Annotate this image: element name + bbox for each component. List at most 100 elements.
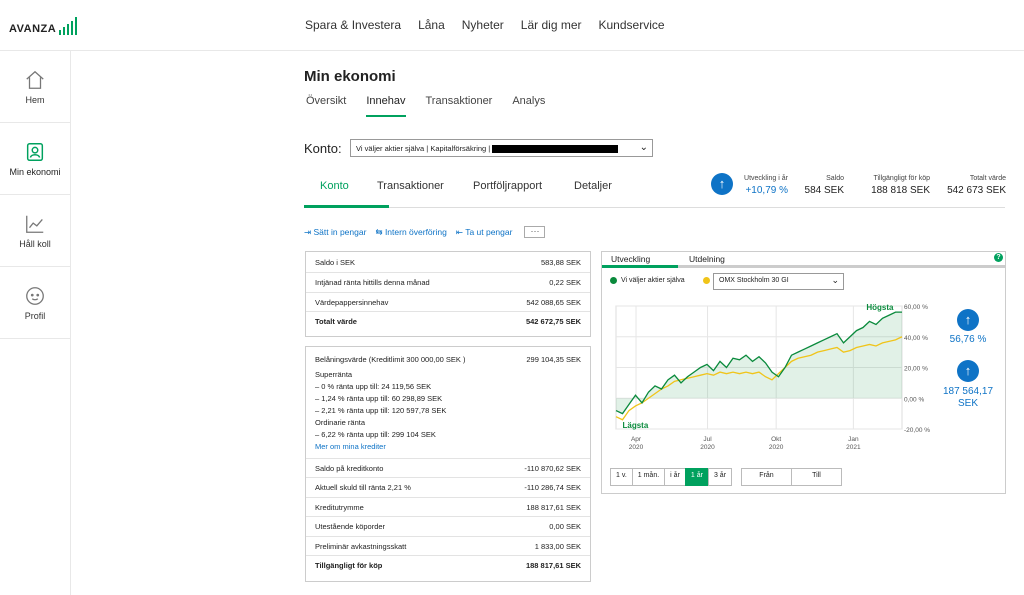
face-icon bbox=[26, 286, 44, 305]
y-tick-label: 20,00 % bbox=[904, 366, 928, 373]
konto-label: Konto: bbox=[304, 141, 342, 156]
index-select[interactable]: OMX Stockholm 30 GI ⌄ bbox=[713, 273, 844, 290]
tab-oversikt[interactable]: Översikt bbox=[306, 95, 346, 117]
credit-panel: Belåningsvärde (Kreditlimit 300 000,00 S… bbox=[305, 346, 591, 582]
period-3ar[interactable]: 3 år bbox=[707, 468, 733, 486]
summary-panel: Saldo i SEK 583,88 SEK Intjänad ränta hit… bbox=[305, 251, 591, 337]
high-label: Högsta bbox=[866, 303, 894, 312]
range-from[interactable]: Från bbox=[741, 468, 792, 486]
stat-saldo: Saldo 584 SEK bbox=[804, 175, 844, 196]
arrow-up-icon: ↑ bbox=[711, 173, 733, 195]
arrow-up-icon: ↑ bbox=[957, 309, 979, 331]
credit-total-row: Tillgängligt för köp 188 817,61 SEK bbox=[306, 555, 590, 575]
chevron-down-icon: ⌄ bbox=[831, 275, 839, 285]
subtab-konto[interactable]: Konto bbox=[320, 180, 349, 192]
logo-bars-icon bbox=[59, 17, 78, 35]
konto-select[interactable]: Vi väljer aktier själva | Kapitalförsäkr… bbox=[350, 139, 653, 157]
period-selector: 1 v. 1 mån. i år 1 år 3 år bbox=[610, 468, 733, 486]
sidebar-item-profil[interactable]: Profil bbox=[0, 267, 70, 339]
low-label: Lägsta bbox=[623, 421, 649, 430]
period-1man[interactable]: 1 mån. bbox=[631, 468, 666, 486]
arrow-in-icon: ⇥ bbox=[304, 226, 312, 237]
subtab-detaljer[interactable]: Detaljer bbox=[574, 180, 612, 192]
period-1ar[interactable]: 1 år bbox=[684, 468, 709, 486]
sidebar-item-min-ekonomi[interactable]: Min ekonomi bbox=[0, 123, 70, 195]
chevron-down-icon: ⌄ bbox=[639, 142, 648, 153]
x-tick-label: Apr bbox=[631, 436, 642, 443]
x-tick-label: Jul bbox=[703, 436, 712, 443]
avanza-logo[interactable]: AVANZA bbox=[9, 15, 78, 35]
transfer-link[interactable]: ⇆ Intern överföring bbox=[375, 227, 446, 238]
active-tab-indicator bbox=[304, 205, 389, 208]
home-icon bbox=[26, 70, 44, 89]
green-dot-icon bbox=[610, 277, 617, 284]
withdraw-link[interactable]: ⇤ Ta ut pengar bbox=[456, 227, 513, 238]
page-tabs: Översikt Innehav Transaktioner Analys bbox=[306, 95, 545, 117]
change-amount: 187 564,17 SEK bbox=[942, 386, 994, 409]
transfer-icon: ⇆ bbox=[375, 226, 383, 237]
subtab-portfoljrapport[interactable]: Portföljrapport bbox=[473, 180, 542, 192]
x-tick-label: 2020 bbox=[700, 444, 715, 451]
summary-row: Saldo i SEK 583,88 SEK bbox=[315, 257, 581, 267]
chart-icon bbox=[26, 215, 44, 233]
redacted-account bbox=[492, 145, 619, 154]
credit-row: Saldo på kreditkonto -110 870,62 SEK bbox=[306, 458, 590, 477]
arrow-up-icon: ↑ bbox=[957, 360, 979, 382]
summary-total-row: Totalt värde 542 672,75 SEK bbox=[306, 311, 590, 331]
y-tick-label: 60,00 % bbox=[904, 304, 928, 311]
range-to[interactable]: Till bbox=[791, 468, 842, 486]
nav-nyheter[interactable]: Nyheter bbox=[462, 18, 504, 32]
credit-row: Utestående köporder 0,00 SEK bbox=[306, 516, 590, 536]
legend-series1: Vi väljer aktier själva bbox=[610, 277, 685, 284]
x-tick-label: 2020 bbox=[629, 444, 644, 451]
stat-utveckling: Utveckling i år +10,79 % bbox=[744, 175, 788, 196]
date-range: Från Till bbox=[741, 468, 842, 486]
nav-kundservice[interactable]: Kundservice bbox=[599, 18, 665, 32]
x-tick-label: Jan bbox=[848, 436, 859, 443]
yellow-dot-icon bbox=[703, 277, 710, 284]
nav-lar-dig-mer[interactable]: Lär dig mer bbox=[521, 18, 582, 32]
top-bar: AVANZA Spara & Investera Låna Nyheter Lä… bbox=[0, 0, 1024, 51]
nav-spara[interactable]: Spara & Investera bbox=[305, 18, 401, 32]
interest-tiers: Superränta – 0 % ränta upp till: 24 119,… bbox=[306, 369, 590, 453]
x-tick-label: Okt bbox=[771, 436, 781, 443]
period-1v[interactable]: 1 v. bbox=[610, 468, 633, 486]
y-tick-label: -20,00 % bbox=[904, 427, 930, 434]
chart-tab-track bbox=[678, 265, 1005, 268]
change-percent: 56,76 % bbox=[949, 334, 987, 345]
sidebar-item-hem[interactable]: Hem bbox=[0, 51, 70, 123]
x-tick-label: 2020 bbox=[769, 444, 784, 451]
credit-row: Preliminär avkastningsskatt 1 833,00 SEK bbox=[306, 536, 590, 555]
account-actions: ⇥ Sätt in pengar ⇆ Intern överföring ⇤ T… bbox=[304, 226, 546, 238]
help-icon[interactable]: ? bbox=[994, 253, 1003, 262]
x-tick-label: 2021 bbox=[846, 444, 861, 451]
belaning-row: Belåningsvärde (Kreditlimit 300 000,00 S… bbox=[315, 354, 581, 364]
y-tick-label: 0,00 % bbox=[904, 396, 924, 403]
credit-row: Aktuell skuld till ränta 2,21 % -110 286,… bbox=[306, 477, 590, 497]
tab-utveckling[interactable]: Utveckling bbox=[611, 254, 650, 264]
stat-totalt: Totalt värde 542 673 SEK bbox=[947, 175, 1006, 196]
credits-link[interactable]: Mer om mina krediter bbox=[315, 441, 581, 453]
tab-innehav[interactable]: Innehav bbox=[366, 95, 406, 117]
arrow-out-icon: ⇤ bbox=[455, 226, 463, 237]
summary-row: Intjänad ränta hittills denna månad 0,22 … bbox=[306, 272, 590, 292]
subtab-transaktioner[interactable]: Transaktioner bbox=[377, 180, 444, 192]
more-button[interactable]: ··· bbox=[524, 226, 546, 238]
tab-utdelning[interactable]: Utdelning bbox=[689, 254, 725, 264]
tab-transaktioner[interactable]: Transaktioner bbox=[426, 95, 493, 117]
performance-chart[interactable]: 60,00 %40,00 %20,00 %0,00 %-20,00 %Apr20… bbox=[610, 300, 940, 456]
tab-analys[interactable]: Analys bbox=[512, 95, 545, 117]
sidebar-item-hall-koll[interactable]: Håll koll bbox=[0, 195, 70, 267]
chart-tabs: Utveckling Utdelning ? bbox=[602, 252, 1007, 268]
summary-row: Värdepappersinnehav 542 088,65 SEK bbox=[306, 292, 590, 311]
person-icon bbox=[26, 142, 44, 161]
deposit-link[interactable]: ⇥ Sätt in pengar bbox=[304, 227, 366, 238]
nav-lana[interactable]: Låna bbox=[418, 18, 445, 32]
page-title: Min ekonomi bbox=[304, 68, 396, 85]
top-nav: Spara & Investera Låna Nyheter Lär dig m… bbox=[305, 18, 665, 32]
stat-tillgangligt: Tillgängligt för köp 188 818 SEK bbox=[871, 175, 930, 196]
credit-row: Kreditutrymme 188 817,61 SEK bbox=[306, 497, 590, 516]
sidebar: Hem Min ekonomi Håll koll Profil bbox=[0, 51, 71, 595]
period-i-ar[interactable]: i år bbox=[664, 468, 686, 486]
y-tick-label: 40,00 % bbox=[904, 335, 928, 342]
